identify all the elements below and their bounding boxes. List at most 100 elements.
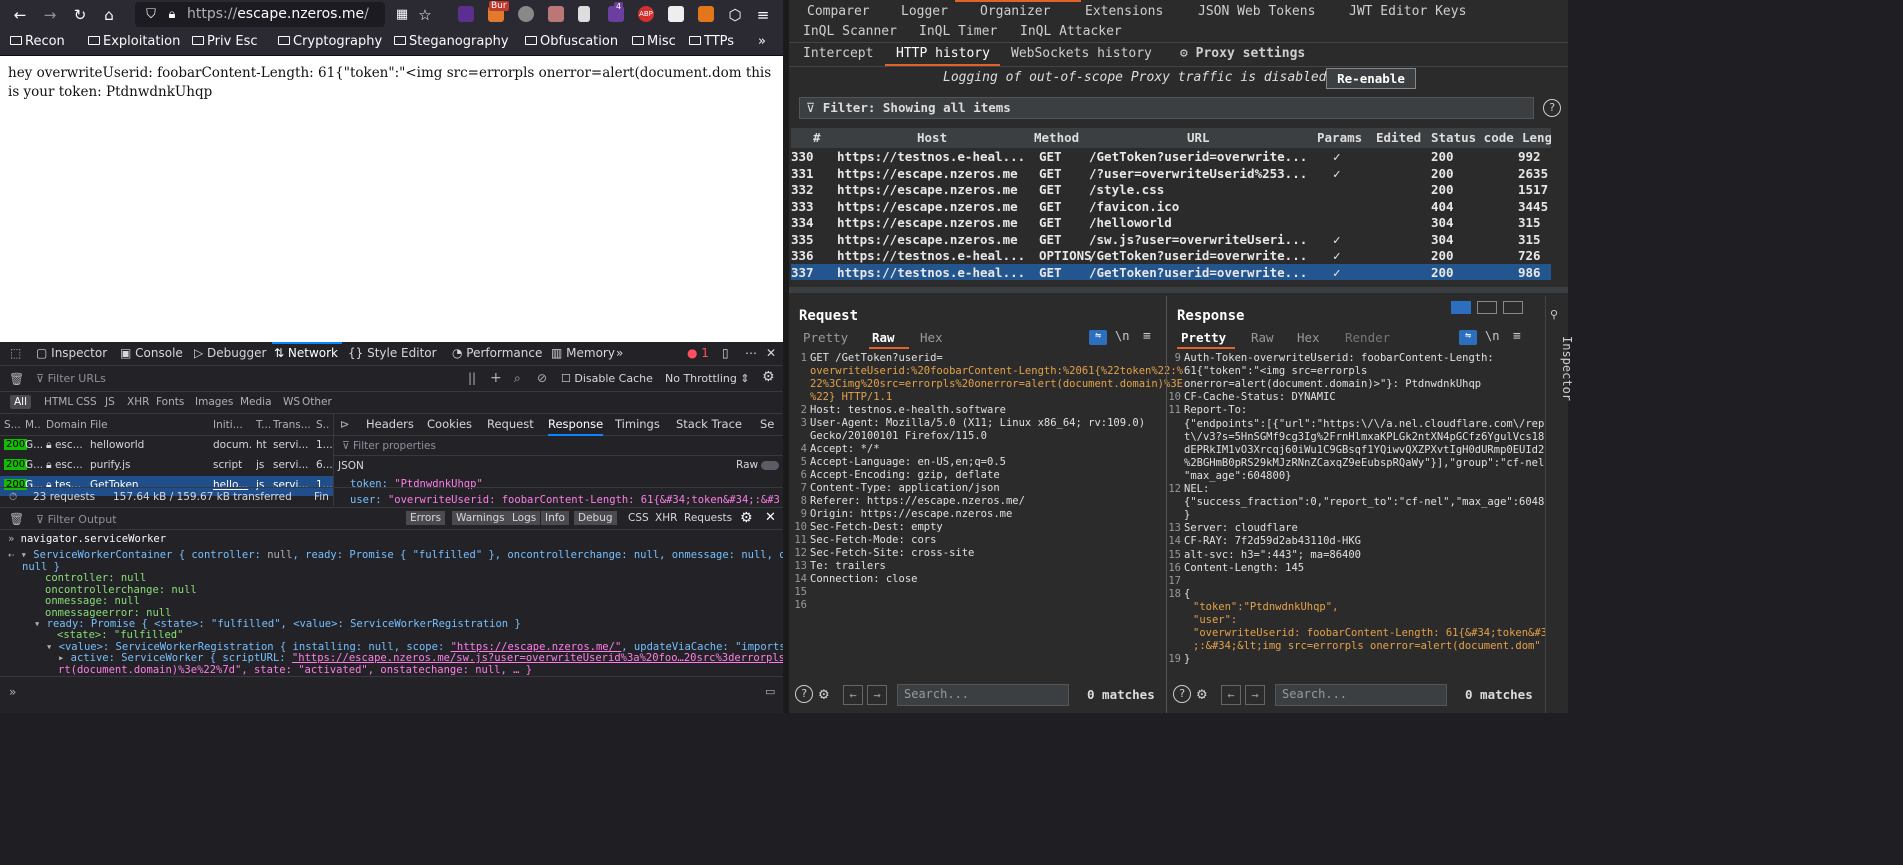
editor-mode-icon[interactable]: ▭ xyxy=(765,685,775,698)
trash-icon[interactable] xyxy=(578,6,590,22)
col-file[interactable]: File xyxy=(90,419,108,431)
prev-arrow-icon[interactable]: ← xyxy=(843,685,863,705)
tab-request[interactable]: Request xyxy=(487,417,534,431)
qr-icon[interactable]: ▦ xyxy=(391,4,413,26)
bookmark-exploitation[interactable]: Exploitation xyxy=(88,34,180,49)
close-icon[interactable]: ✕ xyxy=(766,346,776,360)
filter-images[interactable]: Images xyxy=(191,395,237,409)
toggle-sidebar-icon[interactable]: ⊳ xyxy=(340,417,350,431)
tab-organizer[interactable]: Organizer xyxy=(980,4,1050,19)
tab-pretty[interactable]: Pretty xyxy=(803,330,848,345)
gear-icon[interactable]: ⚙ xyxy=(762,369,775,385)
next-arrow-icon[interactable]: → xyxy=(867,685,887,705)
bookmark-steganography[interactable]: Steganography xyxy=(394,34,509,49)
filter-fonts[interactable]: Fonts xyxy=(152,395,188,409)
reload-icon[interactable]: ↻ xyxy=(69,4,91,26)
table-row[interactable]: 200 G... 🔒︎ esc... purify.js script js s… xyxy=(0,456,333,476)
error-count-badge[interactable]: ● 1 xyxy=(687,346,709,360)
horizontal-scrollbar[interactable] xyxy=(789,287,1568,293)
col-num[interactable]: # xyxy=(813,130,821,145)
request-search-input[interactable]: Search... xyxy=(897,684,1069,706)
layout-split-icon[interactable] xyxy=(1451,301,1471,314)
layout-single-icon[interactable] xyxy=(1503,301,1523,314)
inspector-sidebar[interactable]: ⚲ Inspector xyxy=(1545,296,1574,713)
wrap-icon[interactable]: ⇋ xyxy=(1089,330,1107,345)
tab-jwt-editor-keys[interactable]: JWT Editor Keys xyxy=(1349,4,1466,19)
tab-inql-attacker[interactable]: InQL Attacker xyxy=(1020,24,1122,39)
tab-console[interactable]: ▣ Console xyxy=(120,346,183,360)
help-icon[interactable]: ? xyxy=(1543,99,1561,117)
type-xhr[interactable]: XHR xyxy=(651,511,681,525)
level-info[interactable]: Info xyxy=(541,511,569,525)
filter-other[interactable]: Other xyxy=(298,395,336,409)
chevron-right-icon[interactable]: » xyxy=(758,34,766,49)
tab-security[interactable]: Se xyxy=(760,417,774,431)
help-icon[interactable]: ? xyxy=(1173,685,1191,703)
pick-element-icon[interactable]: ⬚ xyxy=(10,346,21,360)
level-warnings[interactable]: Warnings xyxy=(452,511,509,525)
fox-icon[interactable] xyxy=(698,6,714,22)
col-domain[interactable]: Domain xyxy=(46,419,87,431)
tab-response[interactable]: Response xyxy=(548,417,604,436)
extensions-icon[interactable]: ⬡ xyxy=(724,4,746,26)
col-size[interactable]: S... xyxy=(316,419,330,431)
tab-http-history[interactable]: HTTP history xyxy=(896,46,990,61)
tab-json-web-tokens[interactable]: JSON Web Tokens xyxy=(1198,4,1315,19)
tab-inql-timer[interactable]: InQL Timer xyxy=(919,24,997,39)
filter-output-input[interactable]: ⊽ Filter Output xyxy=(36,513,117,526)
search-icon[interactable]: ⌕ xyxy=(514,371,521,386)
raw-toggle[interactable]: Raw xyxy=(736,459,780,471)
bookmark-misc[interactable]: Misc xyxy=(632,34,676,49)
bookmark-ttps[interactable]: TTPs xyxy=(689,34,734,49)
back-icon[interactable]: ← xyxy=(9,4,31,26)
filter-all[interactable]: All xyxy=(10,395,32,409)
tab-logger[interactable]: Logger xyxy=(901,4,948,19)
tab-cookies[interactable]: Cookies xyxy=(427,417,472,431)
block-icon[interactable]: ⊘ xyxy=(537,371,547,385)
col-method[interactable]: Method xyxy=(1034,130,1079,145)
filter-urls-input[interactable]: ⊽ Filter URLs xyxy=(36,372,106,385)
shield-icon[interactable]: ⛉ xyxy=(140,4,162,26)
filter-bar[interactable]: ⊽ Filter: Showing all items xyxy=(799,97,1534,119)
tab-websockets-history[interactable]: WebSockets history xyxy=(1011,46,1152,61)
table-row[interactable]: 334 https://escape.nzeros.me GET/helloworl… xyxy=(791,214,1551,231)
bookmark-recon[interactable]: Recon xyxy=(10,34,65,49)
tab-intercept[interactable]: Intercept xyxy=(803,46,873,61)
cookie-icon[interactable] xyxy=(518,6,534,22)
tab-hex[interactable]: Hex xyxy=(920,330,943,345)
col-params[interactable]: Params xyxy=(1317,130,1362,145)
wrap-icon[interactable]: ⇋ xyxy=(1459,330,1477,345)
face-icon[interactable] xyxy=(548,6,564,22)
console-line[interactable]: ⇠ ▾ ServiceWorkerContainer { controller:… xyxy=(8,549,783,561)
more-tabs-icon[interactable]: » xyxy=(616,346,623,360)
col-status[interactable]: Status code xyxy=(1431,130,1514,145)
tab-comparer[interactable]: Comparer xyxy=(807,4,870,19)
tab-inspector[interactable]: ▢ Inspector xyxy=(36,346,107,360)
tab-performance[interactable]: ◔ Performance xyxy=(452,346,542,360)
console-link[interactable]: "https://escape.nzeros.me/sw.js?user=ove… xyxy=(292,652,783,664)
console-line[interactable]: ▸ active: ServiceWorker { scriptURL: "ht… xyxy=(58,652,783,664)
menu-icon[interactable]: ≡ xyxy=(752,4,774,26)
table-row[interactable]: 335 https://escape.nzeros.me GET/sw.js?use… xyxy=(791,231,1551,248)
table-row[interactable]: 336 https://testnos.e-heal... OPTIONS/GetT… xyxy=(791,247,1551,264)
table-row[interactable]: 200 G... 🔒︎ esc... helloworld docum... h… xyxy=(0,436,333,456)
adblock-icon[interactable]: ABP xyxy=(638,6,654,22)
tab-extensions[interactable]: Extensions xyxy=(1085,4,1163,19)
col-url[interactable]: URL xyxy=(1187,130,1210,145)
forward-icon[interactable]: → xyxy=(39,4,61,26)
grid-icon[interactable] xyxy=(668,6,684,22)
tab-headers[interactable]: Headers xyxy=(366,417,414,431)
bookmark-obfuscation[interactable]: Obfuscation xyxy=(525,34,618,49)
col-initiator[interactable]: Initi... xyxy=(213,419,251,431)
next-arrow-icon[interactable]: → xyxy=(1245,685,1265,705)
options-icon[interactable]: ⋯ xyxy=(745,346,757,360)
col-status[interactable]: S... xyxy=(4,419,21,431)
tab-raw[interactable]: Raw xyxy=(872,330,895,345)
tab-proxy-settings[interactable]: ⚙ Proxy settings xyxy=(1180,46,1305,61)
newline-toggle[interactable]: \n xyxy=(1115,329,1129,343)
newline-toggle[interactable]: \n xyxy=(1485,329,1499,343)
col-length[interactable]: Length xyxy=(1522,130,1551,145)
filter-media[interactable]: Media xyxy=(236,395,276,409)
table-row[interactable]: 330 https://testnos.e-heal... GET/GetToken… xyxy=(791,148,1551,165)
extension-icon[interactable] xyxy=(458,6,474,22)
